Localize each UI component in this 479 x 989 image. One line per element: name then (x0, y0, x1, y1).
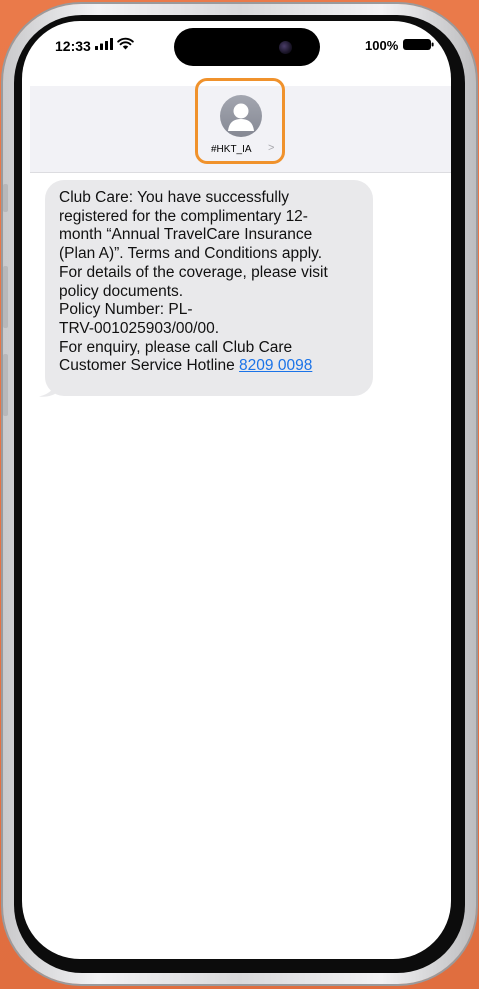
battery-icon (403, 39, 434, 50)
phone-screen: 12:33 100% #HKT_IA > Club Care: You have… (22, 21, 451, 959)
message-line: registered for the complimentary 12- (59, 207, 308, 225)
wifi-icon (117, 37, 134, 50)
message-line: month “Annual TravelCare Insurance (59, 226, 313, 244)
message-bubble[interactable]: Club Care: You have successfully registe… (45, 180, 373, 396)
message-line: policy documents. (59, 282, 184, 300)
action-button[interactable] (3, 184, 8, 212)
message-line-hotline: Customer Service Hotline 8209 0098 (59, 357, 365, 376)
camera-icon (279, 41, 292, 54)
status-bar: 12:33 100% (22, 21, 451, 79)
volume-down-button[interactable] (3, 354, 8, 416)
message-line: For enquiry, please call Club Care (59, 338, 293, 356)
message-line: Club Care: You have successfully (59, 189, 290, 206)
message-text: Club Care: You have successfully registe… (59, 189, 365, 376)
status-time: 12:33 (55, 38, 91, 54)
message-line: For details of the coverage, please visi… (59, 263, 328, 281)
message-line: (Plan A)”. Terms and Conditions apply. (59, 245, 323, 263)
message-line: TRV-001025903/00/00. (59, 319, 220, 337)
volume-up-button[interactable] (3, 266, 8, 328)
battery-percent: 100% (365, 38, 399, 53)
screenshot-scene: 12:33 100% #HKT_IA > Club Care: You have… (0, 0, 479, 989)
signal-icon (95, 38, 113, 50)
message-line: Policy Number: PL- (59, 301, 193, 319)
hotline-label: Customer Service Hotline (59, 357, 240, 375)
phone-number-link[interactable]: 8209 0098 (239, 357, 312, 374)
contact-highlight-box (195, 78, 285, 164)
dynamic-island (174, 28, 320, 66)
